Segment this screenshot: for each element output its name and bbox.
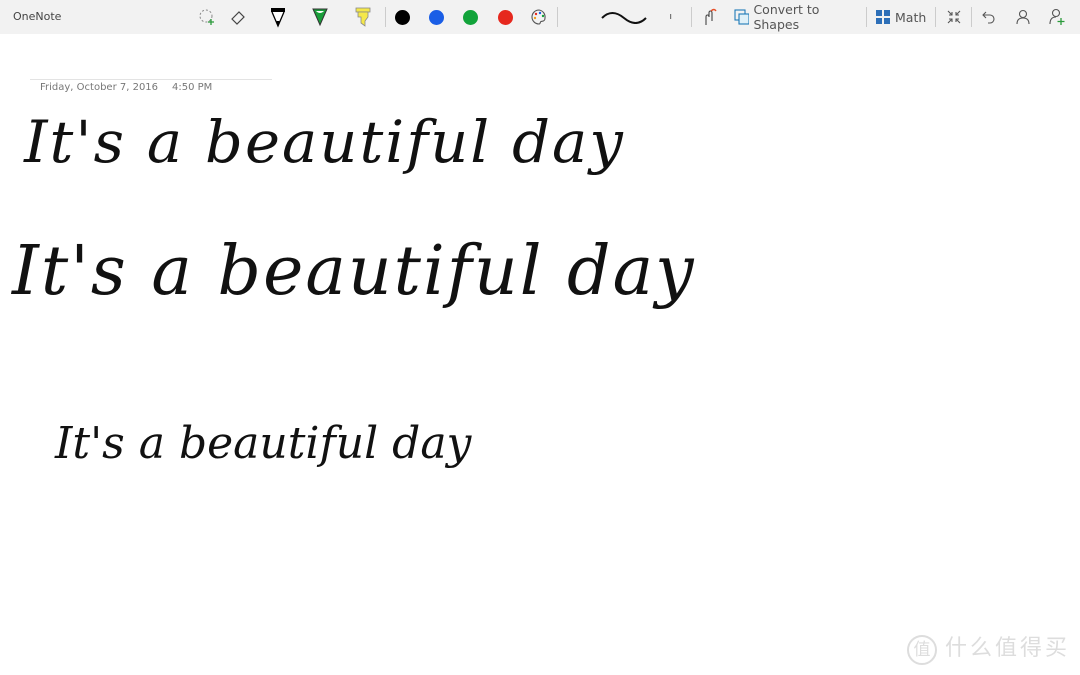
color-swatch-blue — [428, 9, 444, 25]
collapse-icon — [947, 10, 961, 24]
stroke-thickness-button[interactable] — [664, 0, 678, 34]
watermark-text: 什么值得买 — [944, 636, 1070, 661]
ink-line-1[interactable]: It's a beautiful day — [24, 108, 625, 176]
convert-shapes-icon — [734, 9, 750, 25]
separator — [557, 7, 558, 27]
add-person-icon — [1049, 8, 1065, 25]
color-swatch-green — [462, 9, 478, 25]
page-date: Friday, October 7, 2016 — [40, 82, 159, 93]
separator — [866, 7, 867, 27]
color-swatch-red — [497, 9, 513, 25]
separator — [691, 7, 692, 27]
watermark: 值什么值得买 — [906, 630, 1070, 665]
palette-icon — [531, 9, 546, 25]
watermark-logo: 值 — [906, 635, 937, 665]
touch-draw-icon — [705, 8, 717, 25]
undo-button[interactable] — [978, 0, 1000, 34]
highlighter-button[interactable] — [352, 0, 374, 34]
touch-drawing-button[interactable] — [698, 0, 720, 34]
share-button[interactable] — [1046, 0, 1068, 34]
page-title-line — [30, 79, 272, 80]
stroke-style-icon — [601, 12, 647, 24]
math-button[interactable]: Math — [875, 0, 927, 34]
color-blue-button[interactable] — [426, 0, 446, 34]
app-title: OneNote — [13, 10, 62, 23]
math-label: Math — [895, 9, 927, 25]
color-swatch-black — [394, 9, 410, 25]
person-icon — [1016, 9, 1030, 25]
lasso-select-icon — [199, 9, 214, 25]
convert-to-shapes-button[interactable]: Convert to Shapes — [733, 0, 859, 34]
color-green-button[interactable] — [460, 0, 480, 34]
pen-green-icon — [312, 8, 328, 27]
color-black-button[interactable] — [392, 0, 412, 34]
ink-line-3[interactable]: It's a beautiful day — [55, 418, 471, 469]
thickness-icon — [670, 14, 672, 19]
undo-icon — [982, 11, 995, 24]
separator — [935, 7, 936, 27]
toolbar: OneNote Convert to Shapes Math — [0, 0, 1080, 34]
convert-to-shapes-label: Convert to Shapes — [753, 2, 820, 32]
more-colors-button[interactable] — [528, 0, 550, 34]
eraser-icon — [231, 11, 245, 25]
lasso-select-button[interactable] — [196, 0, 218, 34]
page-time: 4:50 PM — [172, 82, 213, 93]
pen-black-icon — [271, 8, 285, 28]
math-icon — [876, 10, 890, 24]
pen-stroke-style-button[interactable] — [598, 0, 650, 34]
eraser-button[interactable] — [227, 0, 249, 34]
separator — [971, 7, 972, 27]
pen-green-button[interactable] — [309, 0, 331, 34]
highlighter-icon — [355, 7, 371, 27]
color-red-button[interactable] — [495, 0, 515, 34]
exit-full-screen-button[interactable] — [943, 0, 965, 34]
ink-line-2[interactable]: It's a beautiful day — [12, 232, 696, 311]
separator — [385, 7, 386, 27]
pen-black-button[interactable] — [267, 0, 289, 34]
account-button[interactable] — [1012, 0, 1034, 34]
